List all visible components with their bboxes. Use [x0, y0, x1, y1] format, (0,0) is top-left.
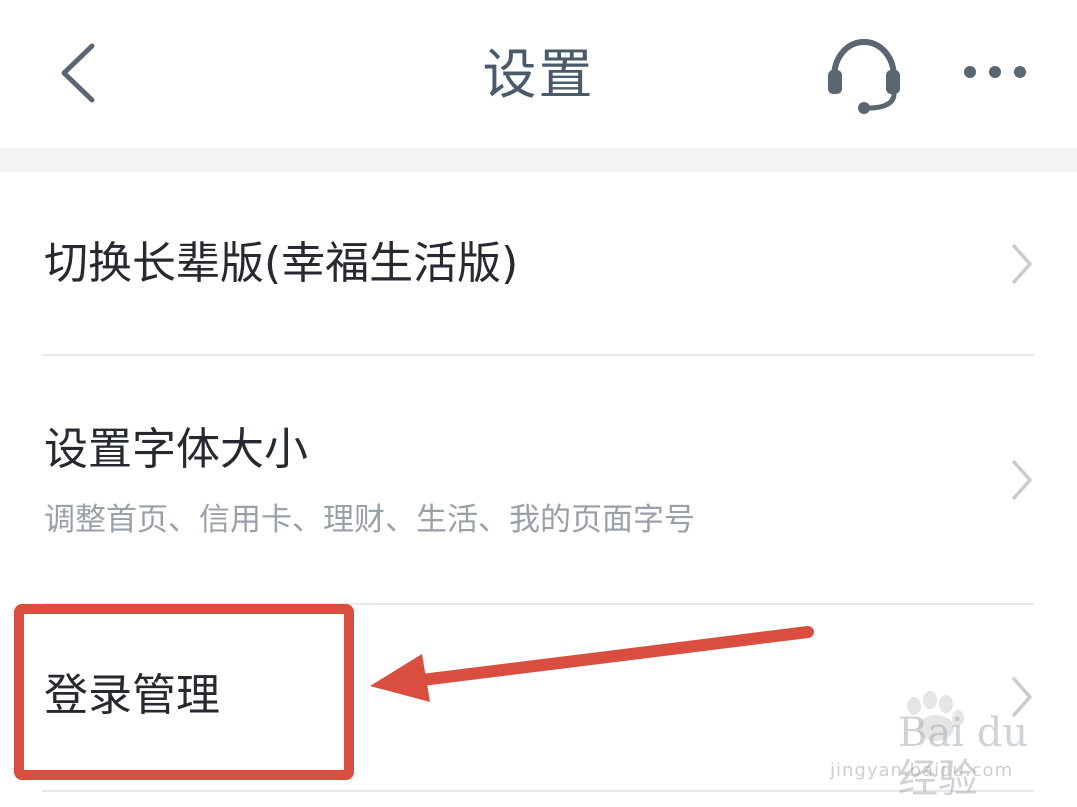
headset-icon[interactable] — [822, 34, 906, 114]
more-icon[interactable] — [958, 58, 1032, 86]
setting-item-font-size[interactable] — [0, 356, 1077, 604]
page-title: 设置 — [482, 43, 595, 106]
highlight-box — [14, 604, 354, 780]
annotation-arrow — [370, 626, 814, 702]
chevron-right-icon — [1012, 244, 1032, 284]
chevron-right-icon — [1012, 460, 1032, 500]
setting-item-label: 切换长辈版(幸福生活版) — [44, 238, 519, 289]
section-separator — [0, 148, 1077, 172]
watermark-brand: Bai du 经验 — [898, 710, 1029, 802]
top-nav-bar: 设置 — [0, 0, 1077, 148]
watermark-url: jingyan.baidu.com — [830, 760, 1014, 781]
setting-item-subtitle: 调整首页、信用卡、理财、生活、我的页面字号 — [44, 502, 695, 538]
settings-page: 设置 切换长辈版(幸福生活版) 设置字体大小 调整首页、信用卡、理财、生活、我的… — [0, 0, 1077, 807]
row-divider — [42, 790, 1034, 792]
setting-item-label: 设置字体大小 — [44, 424, 308, 475]
